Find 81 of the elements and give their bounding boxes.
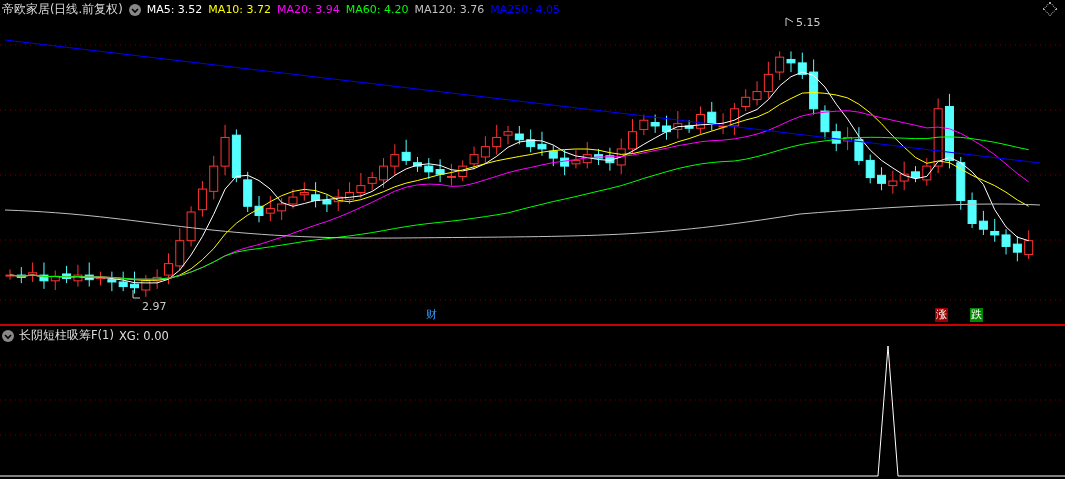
candlestick xyxy=(73,264,83,288)
candlestick xyxy=(367,171,377,191)
high-price-label: 5.15 xyxy=(796,16,821,29)
candlestick xyxy=(96,271,106,286)
candlestick xyxy=(5,268,15,281)
candlestick xyxy=(775,50,785,81)
candlestick xyxy=(899,161,909,191)
candlestick xyxy=(16,266,26,284)
candlestick xyxy=(333,188,343,212)
candlestick xyxy=(526,128,536,153)
candlestick xyxy=(84,261,94,288)
candlestick xyxy=(537,131,547,157)
candlestick xyxy=(662,115,671,141)
indicator-title: 长阴短柱吸筹F(1) xyxy=(19,328,114,343)
candlestick xyxy=(990,218,1000,243)
candlestick xyxy=(322,194,332,213)
signal-marker: 跌 xyxy=(970,308,983,322)
signal-marker: 财 xyxy=(425,308,438,322)
candlestick xyxy=(480,135,490,165)
candlestick xyxy=(548,145,558,167)
candlestick xyxy=(650,114,660,134)
candlestick xyxy=(299,181,309,202)
candlestick xyxy=(50,270,60,291)
candlestick xyxy=(865,154,875,184)
candlestick xyxy=(435,158,445,183)
candlestick xyxy=(1012,235,1022,262)
low-price-label: 2.97 xyxy=(142,300,167,313)
candlestick xyxy=(311,181,321,208)
moving-average-readout: MA120: 3.76 xyxy=(414,3,485,16)
candlestick xyxy=(560,149,570,176)
candlestick xyxy=(209,155,219,200)
moving-average-readout: MA60: 4.20 xyxy=(345,3,409,16)
indicator-readout: XG: 0.00 xyxy=(118,328,169,343)
dropdown-toggle-icon[interactable] xyxy=(2,329,14,342)
candlestick xyxy=(28,261,38,283)
candlestick xyxy=(345,181,355,205)
moving-average-readout: MA10: 3.72 xyxy=(208,3,272,16)
candlestick xyxy=(277,197,287,221)
candlestick xyxy=(911,165,920,183)
candlestick xyxy=(786,50,796,73)
candlestick xyxy=(877,166,887,191)
candlestick xyxy=(107,271,117,292)
candlestick xyxy=(197,180,207,218)
stock-title: 帝欧家居(日线.前复权) xyxy=(2,2,123,17)
candlestick xyxy=(39,261,49,290)
moving-average-readout: MA20: 3.94 xyxy=(277,3,340,16)
candlestick xyxy=(265,195,275,222)
candlestick xyxy=(390,143,400,176)
candlestick xyxy=(130,271,139,294)
candlestick xyxy=(514,125,524,145)
candlestick xyxy=(888,170,898,195)
candlestick xyxy=(118,271,128,292)
candlestick xyxy=(571,149,581,169)
candlestick xyxy=(356,172,366,199)
candlestick xyxy=(1024,229,1034,260)
candlestick xyxy=(424,157,434,180)
candlestick xyxy=(741,88,751,112)
candlestick xyxy=(141,274,151,298)
leader-line xyxy=(785,17,794,27)
candlestick xyxy=(458,159,468,182)
candlestick xyxy=(978,210,988,236)
candlestick xyxy=(288,188,298,210)
candlestick xyxy=(797,52,807,80)
candlestick xyxy=(469,146,479,171)
candlestick xyxy=(231,128,241,183)
candlestick xyxy=(1001,228,1011,255)
candlestick xyxy=(186,205,196,247)
candlestick xyxy=(62,265,72,284)
candlestick xyxy=(446,163,456,187)
candlestick xyxy=(220,124,230,176)
candlestick xyxy=(582,141,592,169)
dropdown-toggle-icon[interactable] xyxy=(128,3,141,16)
candlestick xyxy=(175,227,185,271)
signal-marker: 涨 xyxy=(935,308,948,322)
leader-line xyxy=(132,289,141,299)
candlestick xyxy=(707,101,717,132)
candlestick xyxy=(379,157,388,189)
candlestick xyxy=(831,123,841,152)
moving-average-readout: MA250: 4.05 xyxy=(490,3,560,16)
moving-average-readout: MA5: 3.52 xyxy=(146,3,203,16)
candlestick xyxy=(594,148,604,166)
